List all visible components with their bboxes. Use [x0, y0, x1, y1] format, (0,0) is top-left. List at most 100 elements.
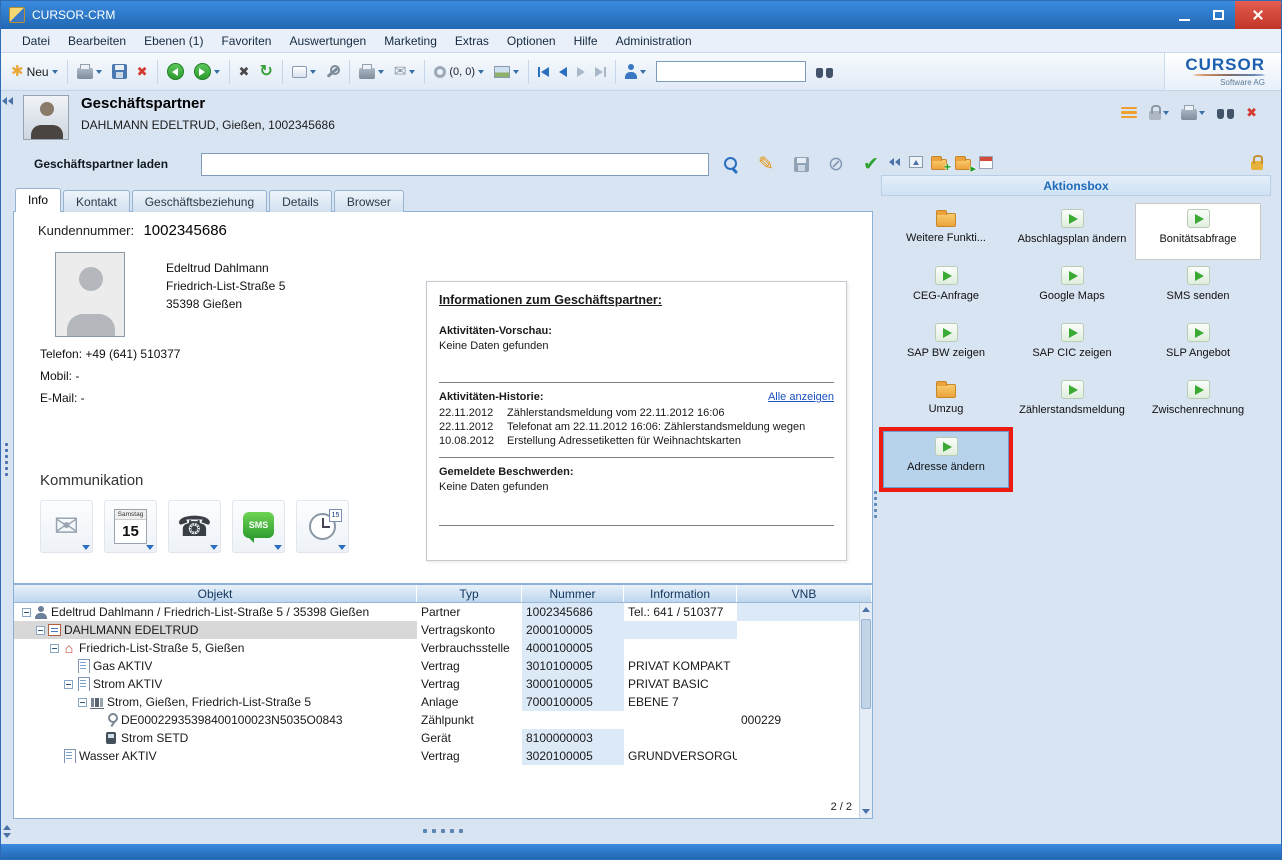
action-google-maps[interactable]: Google Maps: [1009, 260, 1135, 317]
find-button[interactable]: [812, 63, 837, 81]
table-row[interactable]: Gas AKTIV Vertrag 3010100005 PRIVAT KOMP…: [14, 657, 872, 675]
save-record-button[interactable]: [788, 151, 814, 177]
action-umzug[interactable]: Umzug: [883, 374, 1009, 431]
menu-favoriten[interactable]: Favoriten: [212, 31, 280, 51]
table-scrollbar[interactable]: [859, 603, 872, 818]
tab-geschaeftsbeziehung[interactable]: Geschäftsbeziehung: [132, 190, 267, 212]
action-zaehlerstandsmeldung[interactable]: Zählerstandsmeldung: [1009, 374, 1135, 431]
partner-search-input[interactable]: [201, 153, 709, 176]
vertical-splitter[interactable]: [874, 491, 877, 518]
collapse-icon[interactable]: [36, 626, 45, 635]
table-row[interactable]: Edeltrud Dahlmann / Friedrich-List-Straß…: [14, 603, 872, 621]
last-record-button[interactable]: [591, 64, 610, 80]
column-header-typ[interactable]: Typ: [417, 585, 522, 602]
table-row[interactable]: Strom, Gießen, Friedrich-List-Straße 5 A…: [14, 693, 872, 711]
forward-button[interactable]: [190, 60, 224, 83]
menu-datei[interactable]: Datei: [13, 31, 59, 51]
new-button[interactable]: Neu: [7, 61, 62, 82]
send-mail-button[interactable]: [390, 61, 420, 82]
table-row[interactable]: DE00022935398400100023N5035O0843 Zählpun…: [14, 711, 872, 729]
table-row[interactable]: Wasser AKTIV Vertrag 3020100005 GRUNDVER…: [14, 747, 872, 765]
action-sms-senden[interactable]: SMS senden: [1135, 260, 1261, 317]
action-weitere-funktionen[interactable]: Weitere Funkti...: [883, 203, 1009, 260]
table-row[interactable]: Friedrich-List-Straße 5, Gießen Verbrauc…: [14, 639, 872, 657]
calendar-button[interactable]: Samstag 15: [104, 500, 157, 553]
scrollbar-thumb[interactable]: [861, 619, 871, 709]
sms-button[interactable]: SMS: [232, 500, 285, 553]
lock-record-button[interactable]: [1149, 105, 1169, 120]
next-record-button[interactable]: [573, 64, 589, 80]
menu-extras[interactable]: Extras: [446, 31, 498, 51]
tab-kontakt[interactable]: Kontakt: [63, 190, 130, 212]
run-folder-button[interactable]: [955, 153, 971, 171]
minimize-button[interactable]: [1167, 1, 1201, 29]
scroll-down-icon[interactable]: [862, 809, 870, 814]
menu-optionen[interactable]: Optionen: [498, 31, 565, 51]
action-abschlagsplan-aendern[interactable]: Abschlagsplan ändern: [1009, 203, 1135, 260]
column-header-vnb[interactable]: VNB: [737, 585, 872, 602]
tab-info[interactable]: Info: [15, 188, 61, 212]
save-button[interactable]: [108, 61, 131, 82]
menu-bearbeiten[interactable]: Bearbeiten: [59, 31, 135, 51]
collapse-icon[interactable]: [78, 698, 87, 707]
menu-marketing[interactable]: Marketing: [375, 31, 446, 51]
header-find-button[interactable]: [1217, 107, 1234, 119]
table-row[interactable]: Strom SETD Gerät 8100000003: [14, 729, 872, 747]
table-row[interactable]: Strom AKTIV Vertrag 3000100005 PRIVAT BA…: [14, 675, 872, 693]
first-record-button[interactable]: [534, 64, 553, 80]
previous-record-button[interactable]: [555, 64, 571, 80]
menu-auswertungen[interactable]: Auswertungen: [280, 31, 375, 51]
refresh-button[interactable]: [255, 61, 276, 83]
print-button[interactable]: [73, 61, 106, 82]
search-button[interactable]: [718, 151, 744, 177]
export-button[interactable]: [490, 63, 523, 81]
alle-anzeigen-link[interactable]: Alle anzeigen: [768, 391, 834, 403]
close-record-button[interactable]: [235, 62, 254, 81]
selection-counter-button[interactable]: (0, 0): [430, 63, 488, 81]
window-view-button[interactable]: [288, 63, 320, 81]
left-collapse-strip[interactable]: [1, 91, 12, 844]
dock-panel-button[interactable]: [909, 153, 923, 171]
back-button[interactable]: [163, 60, 188, 83]
action-ceg-anfrage[interactable]: CEG-Anfrage: [883, 260, 1009, 317]
bottom-strip-arrows[interactable]: [3, 825, 11, 838]
scroll-up-icon[interactable]: [862, 607, 870, 612]
action-bonitaetsabfrage[interactable]: Bonitätsabfrage: [1135, 203, 1261, 260]
close-window-button[interactable]: [1235, 1, 1281, 29]
calendar-view-button[interactable]: [979, 153, 993, 171]
table-row-selected[interactable]: DAHLMANN EDELTRUD Vertragskonto 20001000…: [14, 621, 872, 639]
phone-button[interactable]: [168, 500, 221, 553]
edit-button[interactable]: [753, 151, 779, 177]
menu-hilfe[interactable]: Hilfe: [565, 31, 607, 51]
tab-details[interactable]: Details: [269, 190, 332, 212]
column-header-objekt[interactable]: Objekt: [14, 585, 417, 602]
action-zwischenrechnung[interactable]: Zwischenrechnung: [1135, 374, 1261, 431]
column-header-nummer[interactable]: Nummer: [522, 585, 624, 602]
menu-administration[interactable]: Administration: [607, 31, 701, 51]
new-folder-button[interactable]: [931, 153, 947, 171]
collapse-panel-button[interactable]: [889, 153, 901, 171]
collapse-icon[interactable]: [64, 680, 73, 689]
person-search-button[interactable]: [621, 61, 650, 82]
cancel-button[interactable]: [823, 151, 849, 177]
maximize-button[interactable]: [1201, 1, 1235, 29]
header-print-button[interactable]: [1181, 105, 1205, 120]
menu-ebenen[interactable]: Ebenen (1): [135, 31, 212, 51]
action-slp-angebot[interactable]: SLP Angebot: [1135, 317, 1261, 374]
collapse-icon[interactable]: [50, 644, 59, 653]
tab-browser[interactable]: Browser: [334, 190, 404, 212]
email-button[interactable]: [40, 500, 93, 553]
toolbar-search-input[interactable]: [656, 61, 806, 82]
menu-icon[interactable]: [1121, 107, 1137, 119]
delete-button[interactable]: [133, 62, 152, 81]
appointment-button[interactable]: 15: [296, 500, 349, 553]
action-adresse-aendern[interactable]: Adresse ändern: [883, 431, 1009, 488]
column-header-information[interactable]: Information: [624, 585, 737, 602]
tools-button[interactable]: [322, 62, 344, 82]
close-partner-button[interactable]: [1246, 106, 1257, 119]
print-preview-button[interactable]: [355, 61, 388, 82]
collapse-icon[interactable]: [22, 608, 31, 617]
splitter-handle[interactable]: [5, 443, 8, 476]
action-sap-bw-zeigen[interactable]: SAP BW zeigen: [883, 317, 1009, 374]
pin-panel-button[interactable]: [1251, 153, 1263, 171]
